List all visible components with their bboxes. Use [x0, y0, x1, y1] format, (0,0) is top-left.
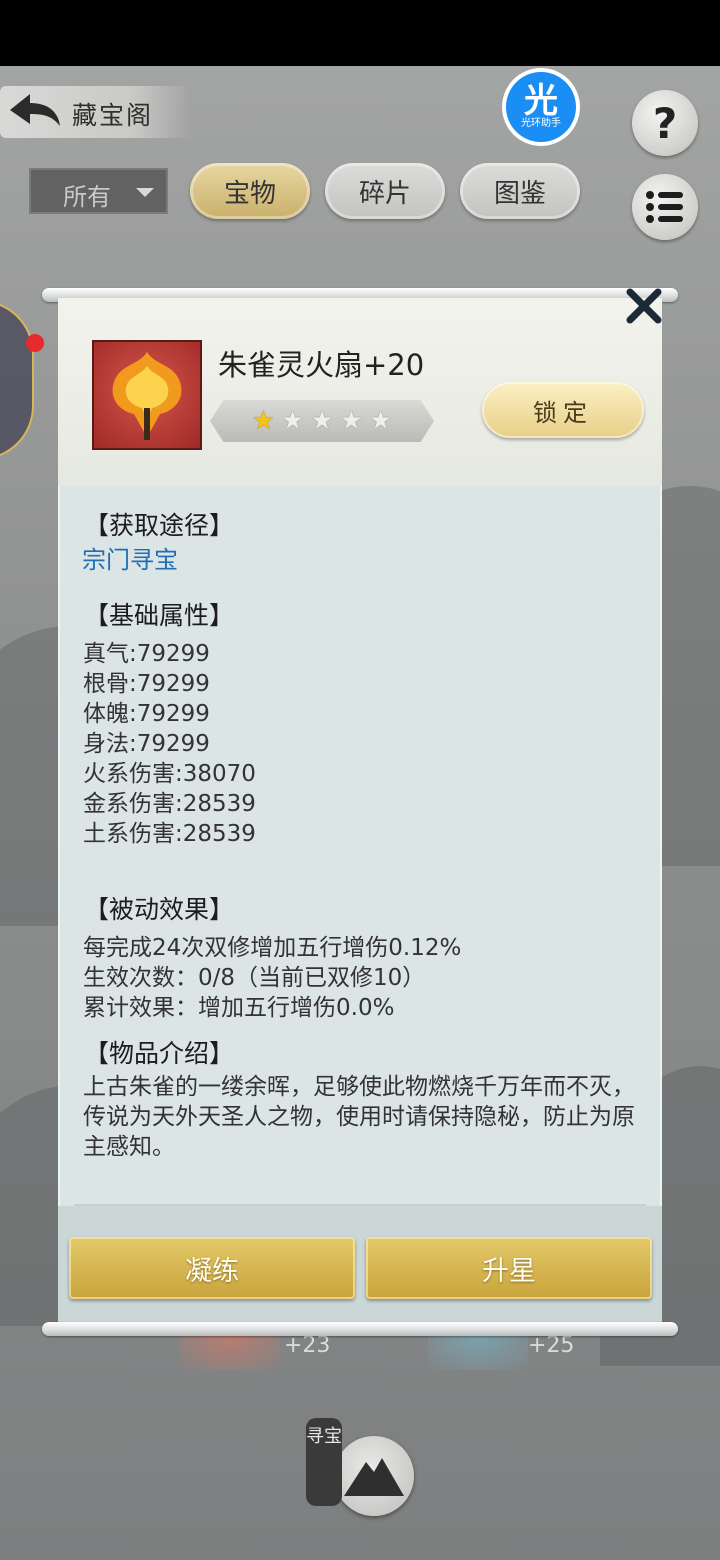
- list-icon: [646, 191, 683, 223]
- seek-treasure-button[interactable]: [334, 1436, 414, 1516]
- background-item-left[interactable]: [180, 1330, 280, 1370]
- help-button[interactable]: ?: [632, 90, 698, 156]
- chevron-down-icon: [136, 188, 154, 197]
- star-rating: ★ ★ ★ ★ ★: [210, 400, 434, 442]
- star-filled-icon: ★: [251, 406, 276, 436]
- notification-dot: [26, 334, 44, 352]
- passive-effect-heading: 【被动效果】: [84, 895, 235, 924]
- background-item-right-level: +25: [528, 1333, 575, 1358]
- flame-fan-icon: [112, 352, 182, 440]
- source-heading: 【获取途径】: [84, 511, 235, 540]
- item-name: 朱雀灵火扇+20: [218, 348, 425, 382]
- tab-treasure[interactable]: 宝物: [190, 163, 310, 219]
- stat-line: 真气:79299: [83, 641, 210, 667]
- stat-line: 身法:79299: [83, 731, 210, 757]
- halo-badge-glyph: 光: [524, 81, 558, 121]
- item-icon: [92, 340, 202, 450]
- star-empty-icon: ★: [281, 406, 305, 436]
- filter-selected-value: 所有: [63, 183, 111, 211]
- stat-line: 土系伤害:28539: [83, 821, 256, 847]
- filter-dropdown[interactable]: 所有: [29, 168, 168, 214]
- item-intro-heading: 【物品介绍】: [84, 1039, 235, 1068]
- base-attributes-heading: 【基础属性】: [84, 601, 235, 630]
- question-icon: ?: [652, 98, 678, 148]
- mountain-icon: [344, 1458, 404, 1496]
- close-button[interactable]: [624, 286, 664, 326]
- stat-line: 体魄:79299: [83, 701, 210, 727]
- stat-line: 金系伤害:28539: [83, 791, 256, 817]
- item-intro-text: 上古朱雀的一缕余晖，足够使此物燃烧千万年而不灭，传说为天外天圣人之物，使用时请保…: [83, 1074, 635, 1160]
- passive-line: 累计效果：增加五行增伤0.0%: [83, 995, 395, 1021]
- back-arrow-icon: [10, 94, 60, 126]
- star-up-button[interactable]: 升星: [366, 1237, 652, 1299]
- background-item-right[interactable]: [428, 1330, 528, 1370]
- tab-codex[interactable]: 图鉴: [460, 163, 580, 219]
- source-link[interactable]: 宗门寻宝: [82, 540, 178, 575]
- page-title: 藏宝阁: [72, 101, 154, 130]
- passive-line: 生效次数：0/8（当前已双修10）: [83, 965, 426, 991]
- seek-treasure-label: 寻宝: [306, 1418, 342, 1506]
- scroll-rod-bottom: [42, 1322, 678, 1336]
- stat-line: 火系伤害:38070: [83, 761, 256, 787]
- close-icon: [626, 288, 662, 324]
- star-empty-icon: ★: [339, 406, 363, 436]
- background-item-left-level: +23: [284, 1333, 331, 1358]
- status-bar: [0, 0, 720, 66]
- lock-button[interactable]: 锁定: [482, 382, 644, 438]
- refine-button[interactable]: 凝练: [69, 1237, 355, 1299]
- star-empty-icon: ★: [310, 406, 334, 436]
- passive-line: 每完成24次双修增加五行增伤0.12%: [83, 935, 462, 961]
- halo-badge-label: 光环助手: [521, 118, 561, 129]
- footer-divider: [74, 1204, 646, 1206]
- halo-assistant-badge[interactable]: 光 光环助手: [502, 68, 580, 146]
- tab-fragments[interactable]: 碎片: [325, 163, 445, 219]
- back-button[interactable]: [6, 92, 64, 132]
- stat-line: 根骨:79299: [83, 671, 210, 697]
- star-empty-icon: ★: [368, 406, 393, 436]
- menu-button[interactable]: [632, 174, 698, 240]
